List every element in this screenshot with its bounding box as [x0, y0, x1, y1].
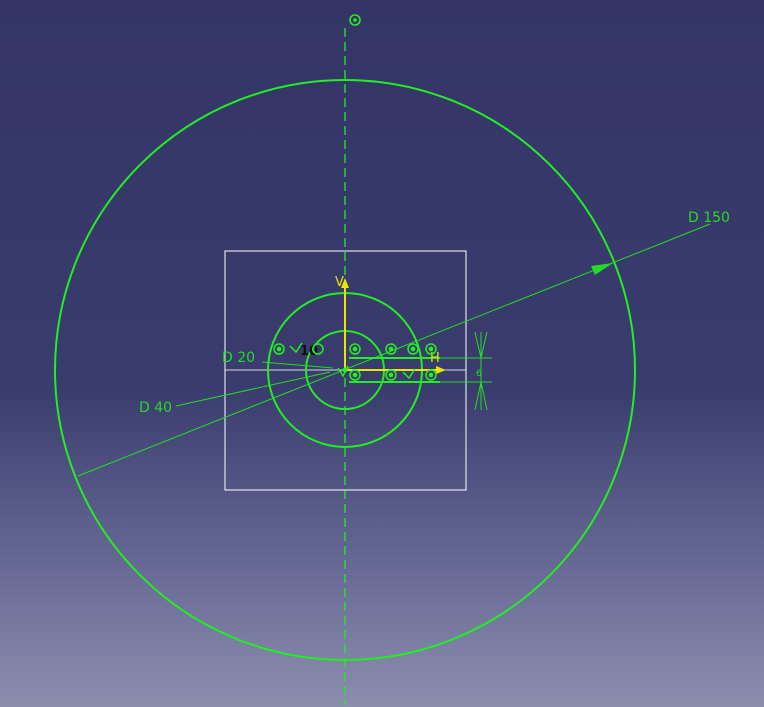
d150-leader-line	[77, 223, 711, 477]
d20-leader-line	[261, 361, 334, 369]
h-axis-arrowhead	[436, 366, 446, 374]
d20-label[interactable]: D 20	[222, 350, 255, 366]
d40-label[interactable]: D 40	[139, 400, 172, 416]
sketch-canvas[interactable]: D 150 D 40 D 20 6 H V 10	[0, 0, 764, 707]
top-point-constraint-icon[interactable]	[349, 14, 361, 26]
offset-label[interactable]: 6	[476, 369, 482, 379]
slot-top-constraints[interactable]	[349, 343, 437, 355]
d150-arrowhead	[591, 263, 613, 275]
constraint-cluster-left[interactable]	[273, 342, 303, 355]
d40-leader-line	[175, 371, 331, 407]
origin-point[interactable]	[342, 367, 348, 373]
v-axis-label: V	[335, 275, 344, 290]
constraint-value-label[interactable]: 10	[300, 344, 318, 359]
sketch-viewport[interactable]: D 150 D 40 D 20 6 H V 10	[0, 0, 764, 707]
d150-label[interactable]: D 150	[688, 210, 730, 226]
